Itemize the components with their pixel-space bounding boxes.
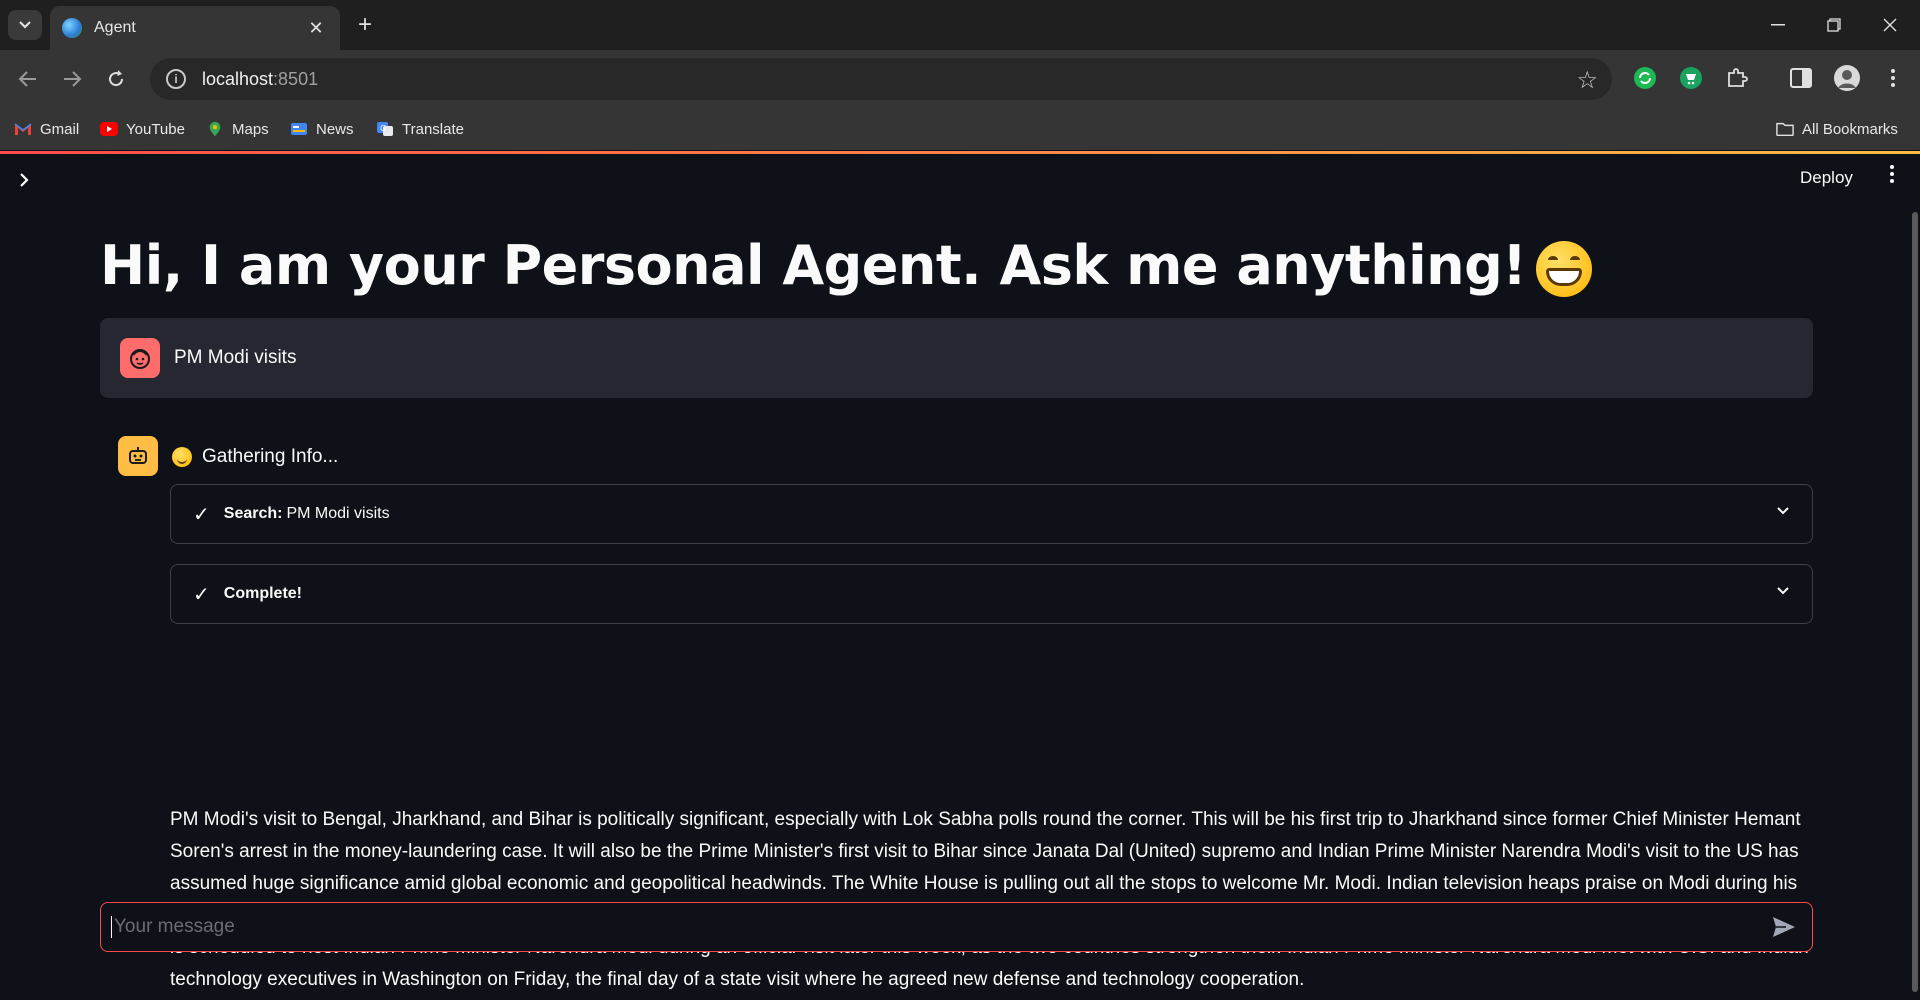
status-line: Gathering Info...	[172, 446, 338, 468]
extension-sync-icon[interactable]	[1632, 65, 1658, 91]
bookmark-label: Maps	[232, 120, 269, 138]
user-message-text: PM Modi visits	[174, 347, 297, 368]
restore-button[interactable]	[1814, 10, 1854, 40]
translate-icon: G	[377, 122, 393, 136]
message-input[interactable]	[114, 916, 1766, 938]
svg-text:G: G	[380, 124, 386, 133]
page-title-text: Hi, I am your Personal Agent. Ask me any…	[100, 234, 1527, 297]
user-avatar	[120, 338, 160, 378]
smiling-face-icon	[172, 447, 192, 467]
browser-tab[interactable]: Agent ✕	[50, 6, 340, 50]
assistant-avatar	[118, 436, 158, 476]
folder-icon	[1776, 122, 1794, 137]
youtube-icon	[100, 122, 118, 136]
expander-value: PM Modi visits	[286, 505, 390, 522]
minimize-button[interactable]	[1758, 10, 1798, 40]
url-port: :8501	[273, 68, 319, 89]
close-tab-icon[interactable]: ✕	[304, 18, 328, 39]
scrollbar[interactable]	[1912, 212, 1918, 992]
news-icon	[291, 123, 307, 135]
all-bookmarks-label: All Bookmarks	[1802, 120, 1898, 138]
chat-input[interactable]	[100, 902, 1813, 952]
assistant-answer-text: PM Modi's visit to Bengal, Jharkhand, an…	[170, 809, 1809, 990]
bookmark-news[interactable]: News	[290, 118, 354, 140]
browser-toolbar: i localhost:8501 ☆	[0, 50, 1920, 108]
address-bar[interactable]: i localhost:8501 ☆	[150, 58, 1612, 100]
bookmark-gmail[interactable]: Gmail	[14, 118, 79, 140]
minimize-icon	[1771, 24, 1785, 26]
reload-icon	[109, 70, 124, 87]
all-bookmarks-button[interactable]: All Bookmarks	[1776, 118, 1898, 140]
bookmark-label: Gmail	[40, 120, 80, 138]
bookmark-translate[interactable]: G Translate	[376, 118, 464, 140]
app-menu-button[interactable]	[1882, 164, 1902, 190]
gmail-icon	[14, 123, 32, 135]
bookmark-label: Translate	[402, 120, 464, 138]
robot-icon	[129, 447, 147, 464]
user-chat-message: PM Modi visits	[100, 318, 1813, 398]
extension-shop-icon[interactable]	[1678, 65, 1704, 91]
new-tab-button[interactable]: +	[352, 12, 378, 38]
reload-button[interactable]	[100, 63, 132, 95]
chevron-down-icon	[19, 21, 31, 29]
bookmark-star-icon[interactable]: ☆	[1576, 66, 1598, 95]
search-expander[interactable]: ✓ Search: PM Modi visits	[170, 484, 1813, 544]
checkmark-icon: ✓	[193, 503, 210, 526]
restore-icon	[1827, 18, 1841, 32]
page-title: Hi, I am your Personal Agent. Ask me any…	[100, 234, 1593, 298]
chevron-down-icon[interactable]	[1776, 503, 1790, 521]
url-host: localhost	[202, 68, 274, 89]
site-info-icon[interactable]: i	[166, 69, 186, 89]
arrow-left-icon	[18, 71, 36, 87]
side-panel-icon[interactable]	[1788, 65, 1814, 91]
bookmark-maps[interactable]: Maps	[206, 118, 269, 140]
chevron-down-icon[interactable]	[1776, 583, 1790, 601]
forward-button[interactable]	[56, 63, 88, 95]
close-window-button[interactable]	[1870, 10, 1910, 40]
deploy-button[interactable]: Deploy	[1800, 168, 1853, 188]
app-main: Deploy Hi, I am your Personal Agent. Ask…	[0, 154, 1920, 1000]
back-button[interactable]	[12, 63, 44, 95]
profile-avatar[interactable]	[1834, 65, 1860, 91]
maps-pin-icon	[209, 121, 221, 137]
browser-tab-bar: Agent ✕ +	[0, 0, 1920, 50]
arrow-right-icon	[64, 71, 82, 87]
sidebar-expand-button[interactable]	[18, 168, 30, 194]
chevron-right-icon	[20, 173, 29, 187]
extensions-puzzle-icon[interactable]	[1724, 65, 1750, 91]
user-face-icon	[130, 349, 150, 369]
bookmark-label: News	[316, 120, 354, 138]
checkmark-icon: ✓	[193, 583, 210, 606]
close-icon	[1883, 18, 1897, 32]
tab-search-button[interactable]	[8, 10, 42, 40]
status-text: Gathering Info...	[202, 446, 339, 467]
bookmark-youtube[interactable]: YouTube	[100, 118, 185, 140]
globe-icon	[62, 18, 82, 38]
tab-title: Agent	[94, 19, 136, 36]
expander-label: Complete!	[223, 585, 302, 602]
send-button[interactable]	[1766, 909, 1802, 945]
send-icon	[1773, 917, 1795, 937]
grinning-face-icon	[1536, 241, 1593, 298]
more-vertical-icon	[1890, 165, 1894, 183]
bookmark-label: YouTube	[126, 120, 185, 138]
text-caret	[111, 916, 112, 938]
complete-expander[interactable]: ✓ Complete!	[170, 564, 1813, 624]
expander-label: Search:	[223, 505, 283, 522]
bookmarks-bar: Gmail YouTube Maps News G Translate All …	[0, 108, 1920, 150]
browser-menu-icon[interactable]	[1880, 65, 1906, 91]
